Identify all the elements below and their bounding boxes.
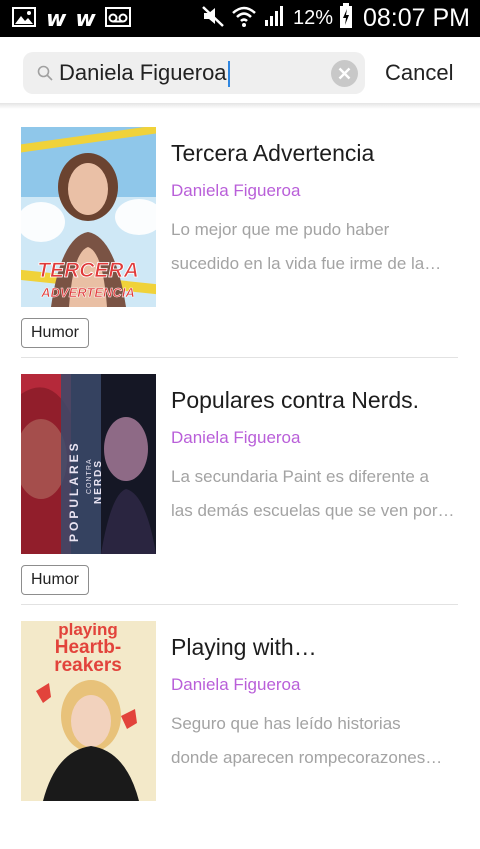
clear-icon bbox=[338, 67, 351, 80]
description-line: sucedido en la vida fue irme de la… bbox=[171, 254, 442, 273]
story-author[interactable]: Daniela Figueroa bbox=[171, 181, 300, 201]
status-bar-notifications: w w bbox=[12, 6, 131, 32]
book-cover[interactable]: POPULARES CONTRA NERDS bbox=[21, 374, 156, 554]
story-description: Lo mejor que me pudo haber sucedido en l… bbox=[171, 213, 456, 281]
story-item[interactable]: playing Heartb- reakers Playing with… Da… bbox=[0, 602, 480, 849]
story-title[interactable]: Playing with… bbox=[171, 634, 317, 661]
cover-subtitle-text: ADVERTENCIA bbox=[40, 285, 135, 300]
story-title[interactable]: Populares contra Nerds. bbox=[171, 387, 419, 414]
search-icon bbox=[37, 65, 53, 81]
search-header: Daniela Figueroa Cancel bbox=[0, 37, 480, 105]
search-query: Daniela Figueroa bbox=[59, 60, 227, 85]
story-author[interactable]: Daniela Figueroa bbox=[171, 428, 300, 448]
description-line: Lo mejor que me pudo haber bbox=[171, 220, 390, 239]
wattpad-icon: w bbox=[75, 6, 95, 32]
image-icon bbox=[12, 6, 36, 32]
cover-title-text: TERCERA bbox=[37, 259, 139, 282]
voicemail-icon bbox=[104, 6, 131, 32]
mute-icon bbox=[201, 4, 225, 33]
book-cover[interactable]: playing Heartb- reakers bbox=[21, 621, 156, 801]
search-box[interactable]: Daniela Figueroa bbox=[23, 52, 365, 94]
story-title[interactable]: Tercera Advertencia bbox=[171, 140, 374, 167]
story-description: La secundaria Paint es diferente a las d… bbox=[171, 460, 456, 528]
description-line: La secundaria Paint es diferente a bbox=[171, 467, 430, 486]
cancel-button[interactable]: Cancel bbox=[385, 60, 453, 86]
cover-title-text: POPULARES bbox=[67, 440, 81, 542]
genre-tag[interactable]: Humor bbox=[21, 318, 90, 348]
description-line: las demás escuelas que se ven por… bbox=[171, 501, 455, 520]
status-bar: w w 12% 08:07 PM bbox=[0, 0, 480, 37]
genre-tag[interactable]: Humor bbox=[21, 565, 90, 595]
cover-subtitle-text: NERDS bbox=[93, 459, 104, 504]
story-item[interactable]: POPULARES CONTRA NERDS Populares contra … bbox=[0, 355, 480, 605]
status-bar-system: 12% 08:07 PM bbox=[201, 2, 470, 34]
description-line: Seguro que has leído historias bbox=[171, 714, 401, 733]
wifi-icon bbox=[231, 4, 257, 33]
signal-icon bbox=[263, 4, 287, 33]
wattpad-icon: w bbox=[46, 6, 66, 32]
book-cover[interactable]: TERCERA ADVERTENCIA bbox=[21, 127, 156, 307]
story-description: Seguro que has leído historias donde apa… bbox=[171, 707, 456, 775]
search-input[interactable]: Daniela Figueroa bbox=[59, 58, 230, 88]
clock: 08:07 PM bbox=[362, 3, 470, 32]
clear-search-button[interactable] bbox=[331, 60, 358, 87]
description-line: donde aparecen rompecorazones… bbox=[171, 748, 443, 767]
cover-subtitle-text: reakers bbox=[54, 655, 122, 676]
story-item[interactable]: TERCERA ADVERTENCIA Tercera Advertencia … bbox=[0, 108, 480, 358]
battery-charging-icon bbox=[339, 2, 353, 34]
story-author[interactable]: Daniela Figueroa bbox=[171, 675, 300, 695]
battery-percent: 12% bbox=[292, 6, 333, 29]
text-cursor bbox=[227, 61, 230, 88]
cover-subtitle-text: CONTRA bbox=[86, 458, 93, 494]
